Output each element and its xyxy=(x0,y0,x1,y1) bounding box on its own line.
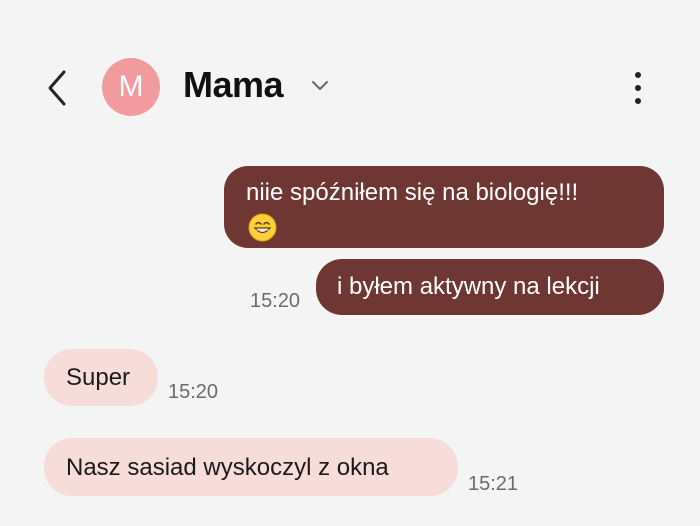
message-timestamp: 15:20 xyxy=(168,381,219,403)
message-text: i byłem aktywny na lekcji xyxy=(337,273,600,300)
message-bubble-outgoing[interactable]: i byłem aktywny na lekcji xyxy=(316,259,664,315)
message-text: niie spóźniłem się na biologię!!! xyxy=(246,179,579,206)
back-button[interactable] xyxy=(40,66,80,110)
chevron-left-icon xyxy=(48,70,66,106)
contact-dropdown-button[interactable] xyxy=(310,78,330,94)
avatar[interactable]: M xyxy=(102,58,160,116)
contact-name[interactable]: Mama xyxy=(183,64,284,106)
more-options-button[interactable] xyxy=(624,66,652,110)
chevron-down-icon xyxy=(312,81,328,90)
message-timestamp: 15:21 xyxy=(468,473,519,495)
conversation-header: M Mama xyxy=(0,0,700,160)
avatar-letter: M xyxy=(118,70,144,103)
message-text: Nasz sasiad wyskoczyl z okna xyxy=(66,454,389,481)
message-bubble-incoming[interactable]: Nasz sasiad wyskoczyl z okna xyxy=(44,438,458,496)
message-bubble-outgoing[interactable]: niie spóźniłem się na biologię!!! xyxy=(224,166,664,248)
message-bubble-incoming[interactable]: Super xyxy=(44,349,158,406)
message-timestamp: 15:20 xyxy=(250,290,301,312)
more-vertical-icon xyxy=(635,72,641,78)
grinning-face-emoji-icon xyxy=(248,213,277,242)
message-text: Super xyxy=(66,364,131,391)
